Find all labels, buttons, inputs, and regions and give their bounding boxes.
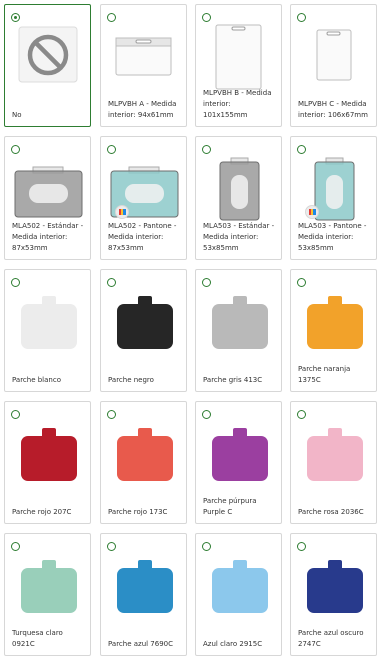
option-card[interactable]: Parche gris 413C [195,269,282,392]
option-card[interactable]: Parche azul 7690C [100,533,187,656]
option-label: Parche rojo 173C [108,508,168,516]
option-card[interactable]: Parche negro [100,269,187,392]
radio-button[interactable] [202,542,211,551]
option-label: Parche naranja 1375C [298,365,351,384]
pantone-swatch-icon [115,205,129,219]
option-label: Parche rosa 2036C [298,508,364,516]
radio-button[interactable] [297,145,306,154]
radio-button[interactable] [297,278,306,287]
radio-button[interactable] [11,145,20,154]
pantone-swatch-icon [305,205,319,219]
option-label: Parche gris 413C [203,376,263,384]
option-label: MLPVBH C - Medida interior: 106x67mm [298,100,368,119]
option-card[interactable]: Azul claro 2915C [195,533,282,656]
option-card[interactable]: MLA503 - Pantone - Medida interior: 53x8… [290,136,377,260]
option-label: Parche azul oscuro 2747C [298,629,364,648]
option-card[interactable]: MLA502 - Pantone - Medida interior: 87x5… [100,136,187,260]
radio-button[interactable] [202,145,211,154]
option-card[interactable]: MLA503 - Estándar - Medida interior: 53x… [195,136,282,260]
radio-button[interactable] [107,278,116,287]
option-label: MLA502 - Estándar - Medida interior: 87x… [12,222,84,252]
option-card[interactable]: Parche púrpura Purple C [195,401,282,524]
option-label: Turquesa claro 0921C [12,629,63,648]
radio-button[interactable] [202,13,211,22]
option-label: Parche rojo 207C [12,508,72,516]
radio-button[interactable] [11,542,20,551]
option-label: MLA503 - Estándar - Medida interior: 53x… [203,222,275,252]
radio-button[interactable] [202,410,211,419]
option-card[interactable]: MLPVBH B - Medida interior: 101x155mm [195,4,282,127]
radio-button[interactable] [107,13,116,22]
radio-button[interactable] [107,410,116,419]
option-label: MLA503 - Pantone - Medida interior: 53x8… [298,222,367,252]
option-label: Parche blanco [12,376,61,384]
option-card[interactable]: Turquesa claro 0921C [4,533,91,656]
option-card[interactable]: Parche blanco [4,269,91,392]
option-label: Parche negro [108,376,154,384]
option-label: Azul claro 2915C [203,640,263,648]
option-grid: No MLPVBH A - Medida interior: 94x61mm MLP… [0,0,381,658]
radio-button[interactable] [11,13,20,22]
radio-button[interactable] [202,278,211,287]
radio-button[interactable] [107,145,116,154]
radio-dot [13,15,17,19]
option-label: MLA502 - Pantone - Medida interior: 87x5… [108,222,177,252]
option-card[interactable]: MLA502 - Estándar - Medida interior: 87x… [4,136,91,260]
option-card[interactable]: Parche rojo 207C [4,401,91,524]
option-label: MLPVBH A - Medida interior: 94x61mm [108,100,177,119]
radio-button[interactable] [297,410,306,419]
option-card[interactable]: MLPVBH C - Medida interior: 106x67mm [290,4,377,127]
option-card[interactable]: Parche azul oscuro 2747C [290,533,377,656]
option-card[interactable]: Parche rosa 2036C [290,401,377,524]
option-card[interactable]: Parche rojo 173C [100,401,187,524]
radio-button[interactable] [11,278,20,287]
option-card[interactable]: Parche naranja 1375C [290,269,377,392]
option-label: Parche azul 7690C [108,640,174,648]
option-label: No [12,111,22,119]
radio-button[interactable] [297,542,306,551]
radio-button[interactable] [11,410,20,419]
option-card[interactable]: MLPVBH A - Medida interior: 94x61mm [100,4,187,127]
radio-button[interactable] [107,542,116,551]
option-label: MLPVBH B - Medida interior: 101x155mm [203,89,272,119]
option-label: Parche púrpura Purple C [203,497,257,516]
radio-button[interactable] [297,13,306,22]
option-card[interactable]: No [4,4,91,127]
